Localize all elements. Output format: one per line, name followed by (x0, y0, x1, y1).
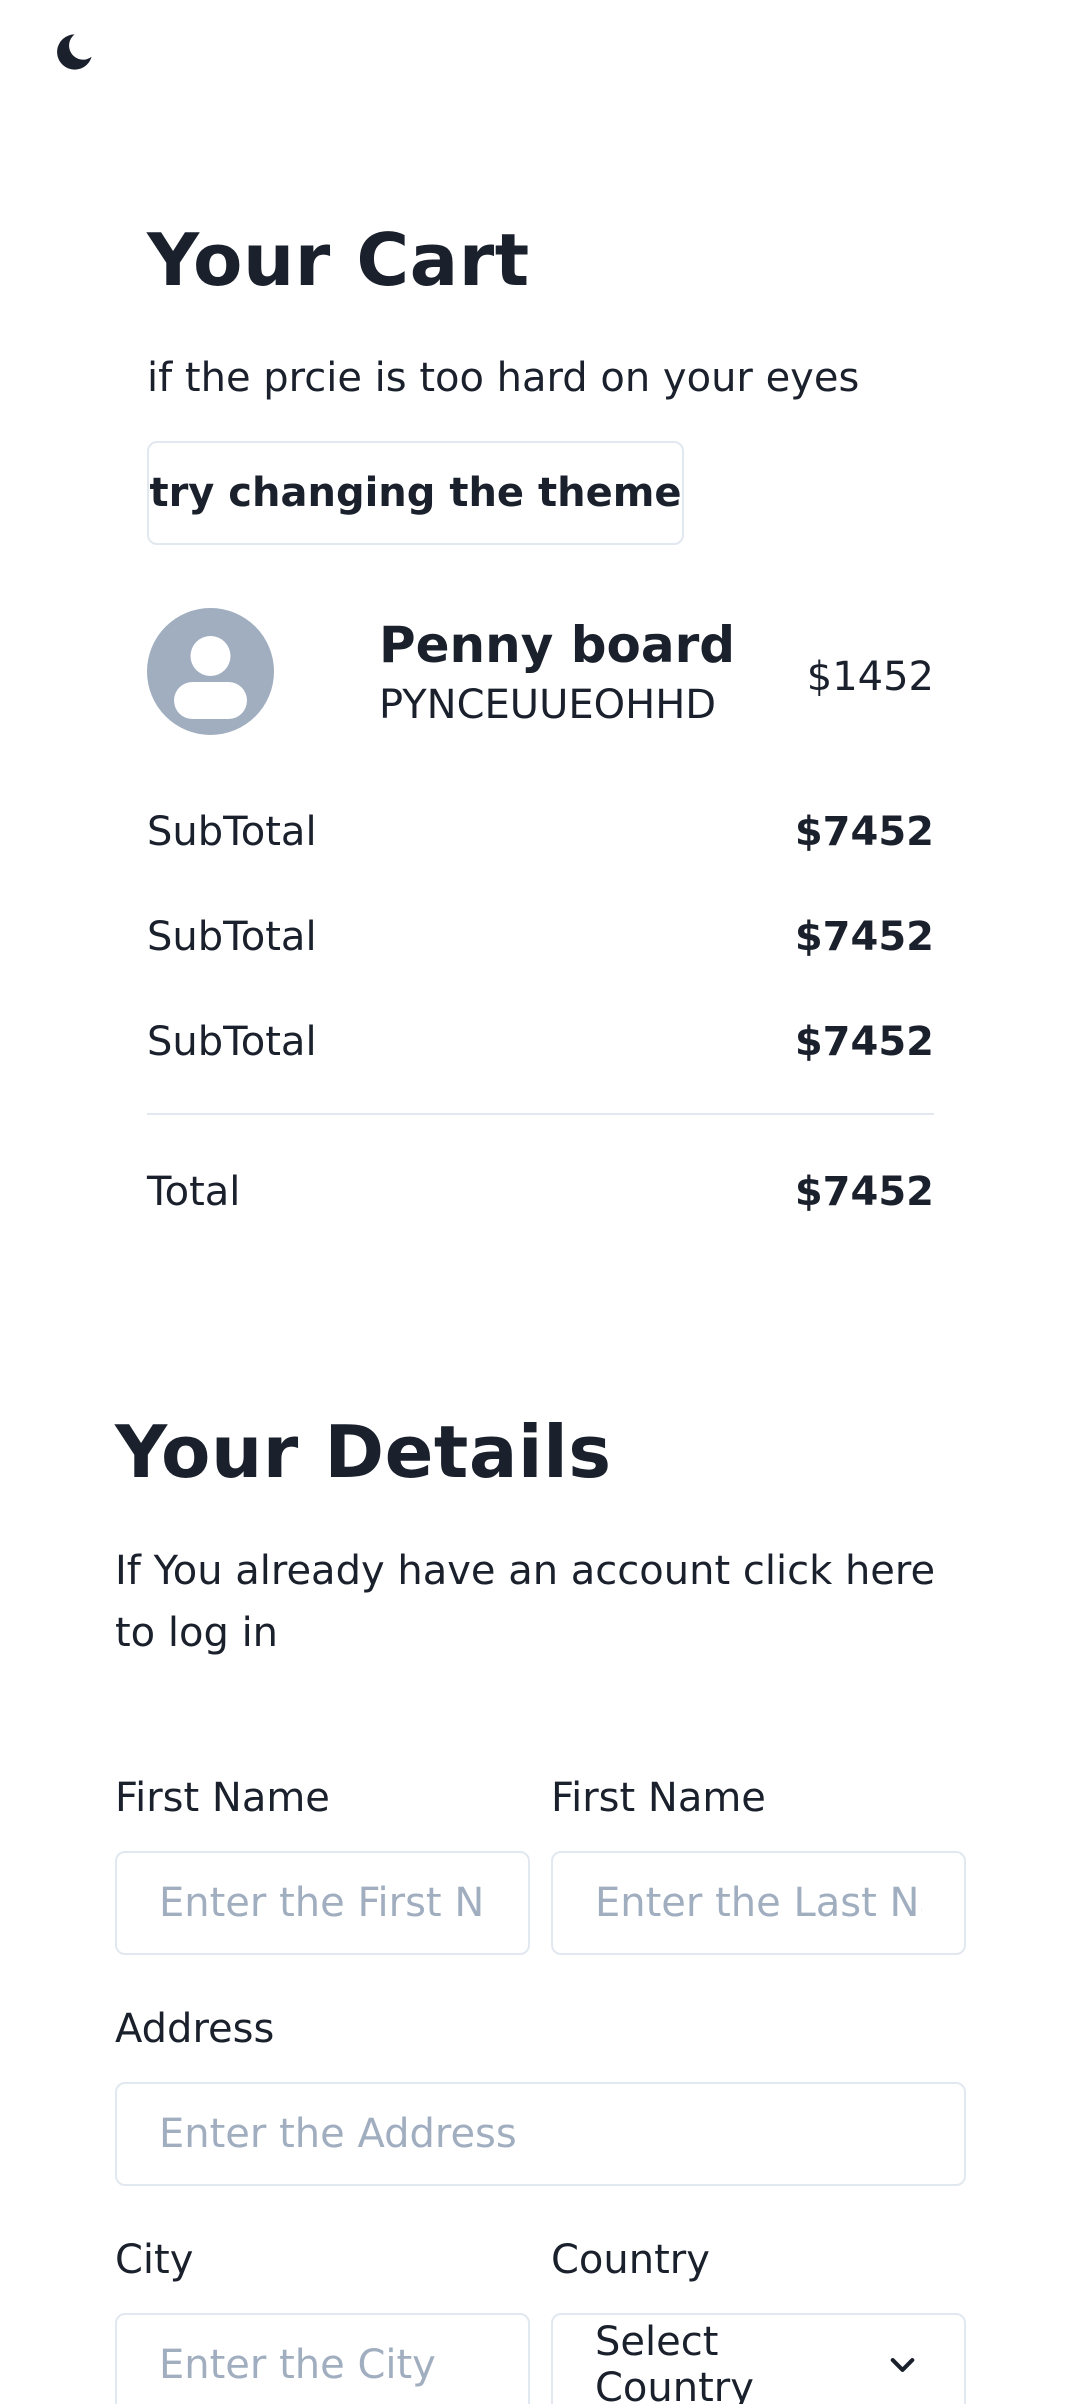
subtotal-label: SubTotal (147, 1019, 317, 1065)
cart-title: Your Cart (147, 218, 530, 302)
change-theme-button[interactable]: try changing the theme (147, 441, 684, 545)
divider (147, 1113, 934, 1115)
first-name-input[interactable] (115, 1851, 530, 1955)
first-name-label: First Name (115, 1775, 330, 1821)
subtotal-row: SubTotal $7452 (147, 802, 934, 862)
last-name-label: First Name (551, 1775, 766, 1821)
subtotal-value: $7452 (794, 1019, 934, 1065)
details-title: Your Details (115, 1410, 612, 1494)
city-label: City (115, 2237, 194, 2283)
item-name: Penny board (379, 616, 736, 674)
country-select-value: Select Country (595, 2319, 754, 2404)
subtotal-row: SubTotal $7452 (147, 907, 934, 967)
city-input[interactable] (115, 2313, 530, 2404)
address-input[interactable] (115, 2082, 966, 2186)
country-label: Country (551, 2237, 710, 2283)
total-value: $7452 (794, 1169, 934, 1215)
subtotal-label: SubTotal (147, 914, 317, 960)
subtotal-row: SubTotal $7452 (147, 1012, 934, 1072)
user-avatar-icon (147, 608, 274, 735)
country-select[interactable]: Select Country (551, 2313, 966, 2404)
item-code: PYNCEUUEOHHD (379, 682, 717, 728)
checkout-page: Your Cart if the prcie is too hard on yo… (0, 0, 1081, 2404)
cart-item: Penny board PYNCEUUEOHHD $1452 (147, 608, 934, 736)
total-row: Total $7452 (147, 1162, 934, 1222)
address-label: Address (115, 2006, 275, 2052)
login-prompt-link[interactable]: If You already have an account click her… (115, 1540, 966, 1664)
theme-toggle-button[interactable] (48, 26, 100, 78)
subtotal-value: $7452 (794, 914, 934, 960)
item-price: $1452 (806, 654, 934, 700)
subtotal-value: $7452 (794, 809, 934, 855)
moon-icon (57, 34, 92, 70)
subtotal-label: SubTotal (147, 809, 317, 855)
last-name-input[interactable] (551, 1851, 966, 1955)
total-label: Total (147, 1169, 241, 1215)
cart-subtitle: if the prcie is too hard on your eyes (147, 355, 860, 401)
chevron-down-icon (890, 2358, 915, 2372)
